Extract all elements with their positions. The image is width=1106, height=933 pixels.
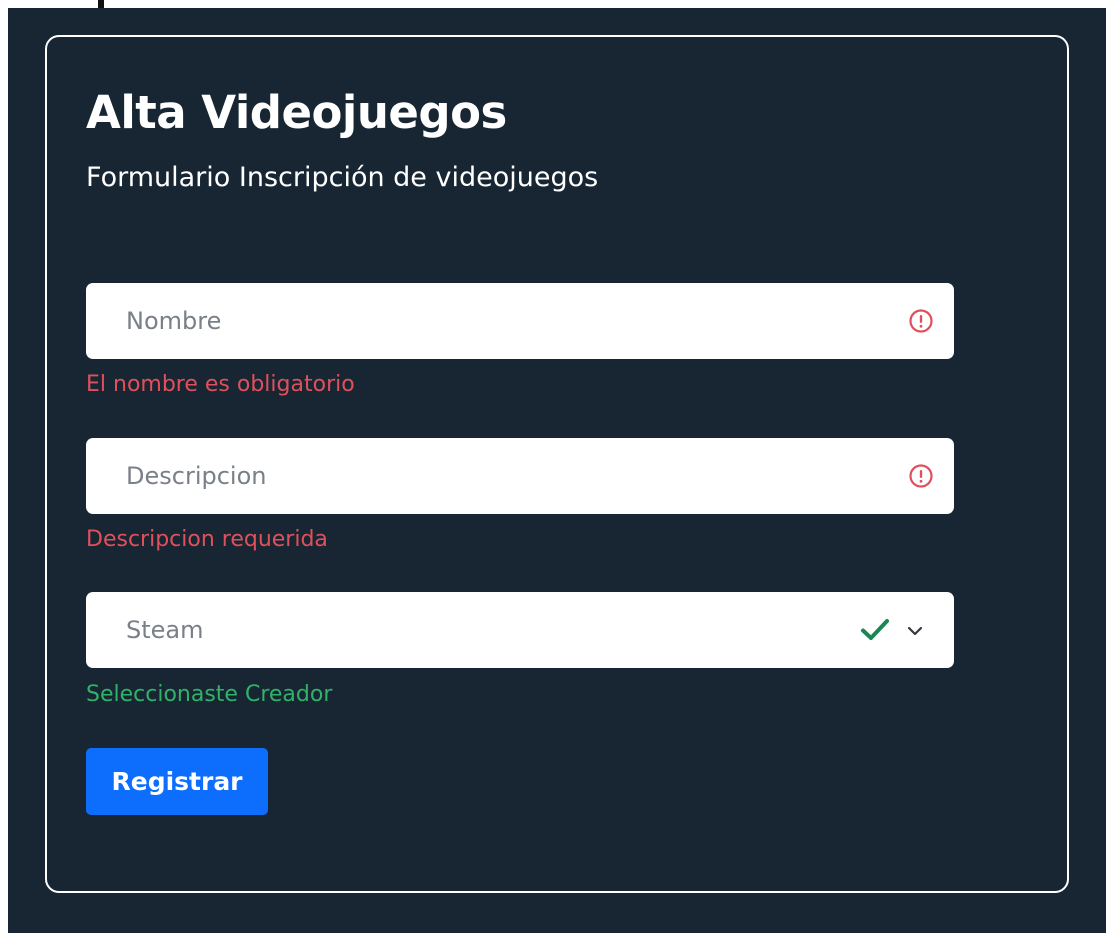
nombre-error-message: El nombre es obligatorio (86, 372, 355, 397)
descripcion-error-message: Descripcion requerida (86, 527, 328, 552)
nombre-input[interactable] (126, 307, 908, 335)
page-subtitle: Formulario Inscripción de videojuegos (86, 162, 599, 193)
chevron-down-icon (906, 624, 924, 636)
plataforma-selected-value: Steam (126, 616, 204, 644)
registrar-button[interactable]: Registrar (86, 748, 268, 815)
descripcion-input[interactable] (126, 462, 908, 490)
page-edge-fragment (98, 0, 104, 8)
nombre-field (86, 283, 954, 359)
descripcion-field (86, 438, 954, 514)
check-icon (860, 617, 890, 643)
exclamation-circle-icon (908, 463, 934, 489)
plataforma-select[interactable]: Steam (86, 592, 954, 668)
plataforma-valid-message: Seleccionaste Creador (86, 682, 333, 707)
exclamation-circle-icon (908, 308, 934, 334)
page-background: Alta Videojuegos Formulario Inscripción … (8, 8, 1106, 933)
page-title: Alta Videojuegos (86, 86, 507, 139)
